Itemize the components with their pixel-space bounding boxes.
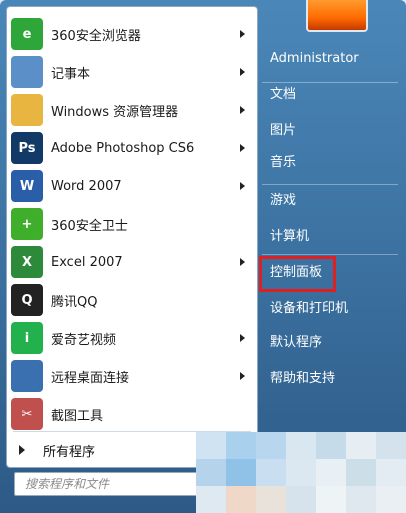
right-item-help-support[interactable]: 帮助和支持 xyxy=(270,368,398,390)
right-item-games[interactable]: 游戏 xyxy=(270,190,398,212)
mosaic-cell xyxy=(316,432,346,459)
mosaic-cell xyxy=(286,432,316,459)
right-separator xyxy=(262,82,398,83)
mosaic-cell xyxy=(376,486,406,513)
mosaic-cell xyxy=(226,486,256,513)
right-item-default-programs[interactable]: 默认程序 xyxy=(270,332,398,354)
program-item[interactable]: Windows 资源管理器 xyxy=(7,91,257,129)
program-label: Adobe Photoshop CS6 xyxy=(51,140,195,156)
program-list-pane: e 360安全浏览器 记事本 Windows 资源管理器 Ps Adobe Photosh… xyxy=(6,6,258,468)
submenu-arrow-icon[interactable] xyxy=(240,30,245,38)
word-icon: W xyxy=(11,170,43,202)
qq-penguin-icon: Q xyxy=(11,284,43,316)
program-item[interactable]: Ps Adobe Photoshop CS6 xyxy=(7,129,257,167)
program-item[interactable]: i 爱奇艺视频 xyxy=(7,319,257,357)
right-separator xyxy=(262,254,398,255)
mosaic-cell xyxy=(196,486,226,513)
right-item-computer[interactable]: 计算机 xyxy=(270,226,398,248)
right-item-user-name[interactable]: Administrator xyxy=(270,48,398,70)
snipping-tool-icon: ✂ xyxy=(11,398,43,430)
mosaic-cell xyxy=(196,432,226,459)
mosaic-cell xyxy=(346,486,376,513)
submenu-arrow-icon[interactable] xyxy=(240,106,245,114)
program-item[interactable]: X Excel 2007 xyxy=(7,243,257,281)
program-item[interactable]: e 360安全浏览器 xyxy=(7,15,257,53)
right-separator xyxy=(262,184,398,185)
program-label: 远程桌面连接 xyxy=(51,370,130,386)
mosaic-cell xyxy=(256,459,286,486)
program-item[interactable]: 记事本 xyxy=(7,53,257,91)
submenu-arrow-icon[interactable] xyxy=(240,258,245,266)
program-label: 腾讯QQ xyxy=(51,294,98,310)
program-item[interactable]: W Word 2007 xyxy=(7,167,257,205)
iqiyi-icon: i xyxy=(11,322,43,354)
submenu-arrow-icon[interactable] xyxy=(240,372,245,380)
mosaic-cell xyxy=(196,459,226,486)
program-label: 记事本 xyxy=(51,66,91,82)
right-item-music[interactable]: 音乐 xyxy=(270,152,398,174)
mosaic-cell xyxy=(346,459,376,486)
submenu-arrow-icon[interactable] xyxy=(240,144,245,152)
program-label: 截图工具 xyxy=(51,408,104,424)
mosaic-cell xyxy=(376,459,406,486)
submenu-arrow-icon[interactable] xyxy=(240,68,245,76)
mosaic-cell xyxy=(226,432,256,459)
mosaic-cell xyxy=(256,486,286,513)
submenu-arrow-icon[interactable] xyxy=(240,334,245,342)
browser-360-icon: e xyxy=(11,18,43,50)
program-label: Windows 资源管理器 xyxy=(51,104,179,120)
right-item-documents[interactable]: 文档 xyxy=(270,84,398,106)
submenu-arrow-icon[interactable] xyxy=(240,182,245,190)
right-item-devices-printers[interactable]: 设备和打印机 xyxy=(270,298,398,320)
mosaic-cell xyxy=(256,432,286,459)
blurred-region xyxy=(196,432,406,513)
user-avatar[interactable] xyxy=(306,0,368,32)
mosaic-cell xyxy=(376,432,406,459)
mosaic-cell xyxy=(226,459,256,486)
program-label: 360安全浏览器 xyxy=(51,28,141,44)
mosaic-cell xyxy=(316,459,346,486)
right-item-pictures[interactable]: 图片 xyxy=(270,120,398,142)
start-menu: e 360安全浏览器 记事本 Windows 资源管理器 Ps Adobe Photosh… xyxy=(0,0,406,513)
mosaic-cell xyxy=(286,486,316,513)
program-item[interactable]: 远程桌面连接 xyxy=(7,357,257,395)
program-label: 360安全卫士 xyxy=(51,218,128,234)
program-label: Excel 2007 xyxy=(51,254,123,270)
triangle-right-icon xyxy=(19,445,25,455)
mosaic-cell xyxy=(316,486,346,513)
search-placeholder: 搜索程序和文件 xyxy=(25,477,110,491)
control-panel-highlight-box xyxy=(259,256,336,292)
program-label: 爱奇艺视频 xyxy=(51,332,117,348)
all-programs-label: 所有程序 xyxy=(43,444,96,460)
program-item[interactable]: Q 腾讯QQ xyxy=(7,281,257,319)
remote-desktop-icon xyxy=(11,360,43,392)
explorer-folder-icon xyxy=(11,94,43,126)
security-360-icon: + xyxy=(11,208,43,240)
mosaic-cell xyxy=(286,459,316,486)
photoshop-icon: Ps xyxy=(11,132,43,164)
notepad-icon xyxy=(11,56,43,88)
mosaic-cell xyxy=(346,432,376,459)
excel-icon: X xyxy=(11,246,43,278)
program-item[interactable]: +360安全卫士 xyxy=(7,205,257,243)
program-label: Word 2007 xyxy=(51,178,122,194)
program-item[interactable]: ✂ 截图工具 xyxy=(7,395,257,433)
